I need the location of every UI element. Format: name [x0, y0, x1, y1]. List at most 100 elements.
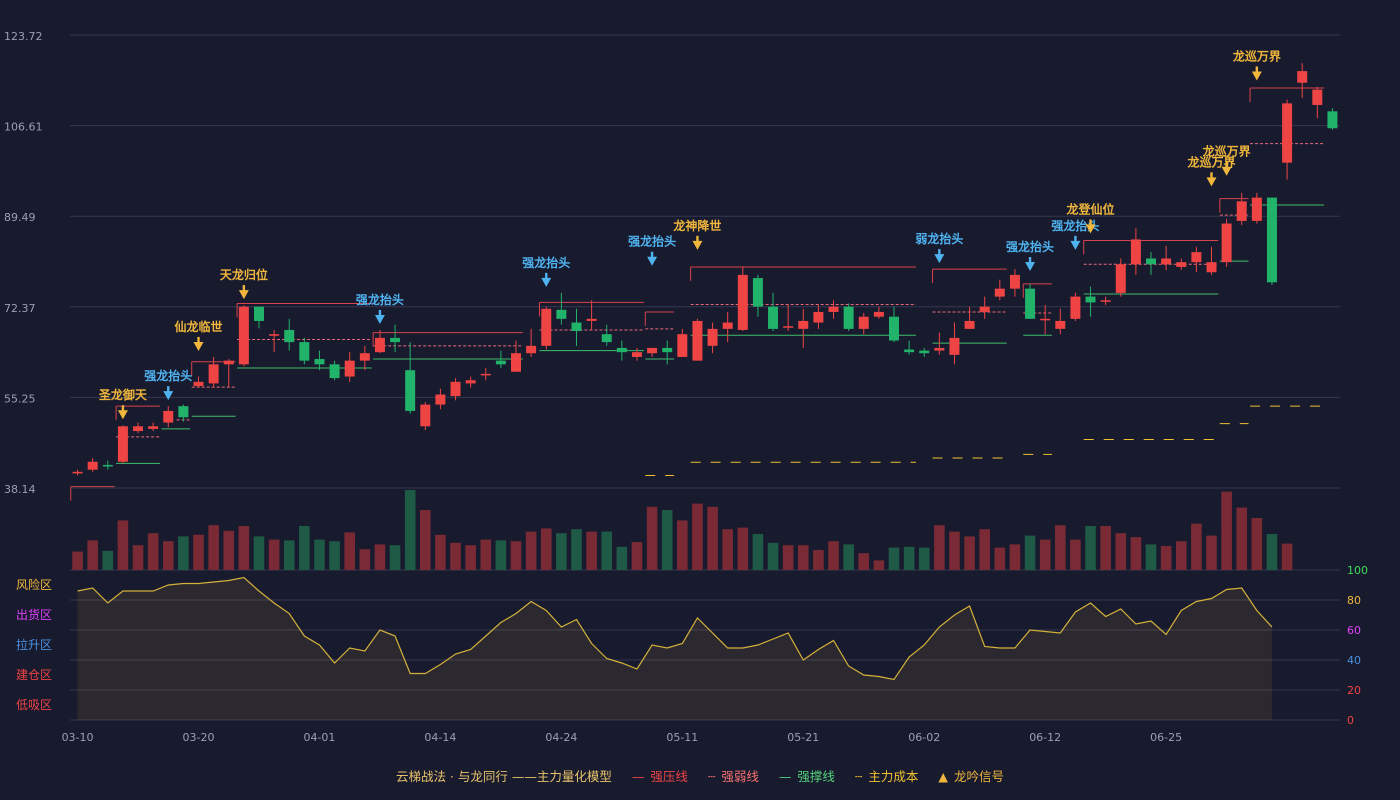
candle-body — [752, 278, 763, 307]
volume-bar — [858, 553, 870, 570]
volume-bar — [797, 545, 809, 570]
candle-body — [480, 373, 491, 376]
signal-arrow-stem — [650, 251, 654, 258]
volume-bar — [1175, 541, 1187, 570]
candle-body — [631, 352, 642, 357]
volume-bar — [238, 526, 250, 570]
candle-body — [1266, 197, 1277, 283]
x-tick-label: 05-21 — [787, 731, 819, 744]
volume-bar — [283, 540, 295, 570]
signal-arrow-icon — [647, 256, 658, 266]
signal-arrow-stem — [121, 405, 125, 412]
volume-bar — [1070, 539, 1081, 570]
volume-bar — [1085, 526, 1096, 570]
volume-bar — [1039, 539, 1051, 570]
candle-body — [768, 306, 779, 329]
signal-arrow-icon — [692, 240, 703, 250]
volume-bar — [87, 540, 98, 570]
candle-body — [1191, 252, 1202, 263]
volume-bar — [208, 525, 219, 570]
signal-arrow-stem — [378, 309, 382, 316]
volume-bar — [1145, 544, 1157, 570]
volume-bar — [1251, 518, 1263, 570]
candle-body — [420, 404, 431, 427]
volume-bar — [540, 528, 552, 570]
candle-body — [284, 329, 295, 343]
volume-bar — [767, 542, 779, 570]
volume-bar — [465, 545, 476, 570]
signal-arrow-stem — [197, 336, 200, 343]
legend-item-cost[interactable]: ┄ 主力成本 — [855, 766, 919, 785]
volume-bar — [722, 529, 733, 570]
volume-bar — [813, 550, 824, 570]
candle-body — [828, 306, 839, 312]
candle-body — [707, 328, 718, 346]
candle-body — [919, 350, 930, 354]
signal-arrow-icon — [1025, 262, 1036, 272]
volume-bar — [268, 539, 280, 570]
legend-item-pressure[interactable]: — 强压线 — [632, 766, 688, 785]
legend-signal-icon: ▲ — [938, 769, 949, 784]
signal-label: 龙巡万界 — [1233, 48, 1281, 63]
signal-arrow-icon — [374, 314, 385, 324]
signal-label: 弱龙抬头 — [915, 231, 963, 246]
volume-bar — [631, 542, 643, 570]
y-tick-label: 55.25 — [4, 392, 36, 405]
candle-body — [541, 308, 552, 346]
volume-bar — [495, 540, 507, 570]
legend-item-weak[interactable]: ┄ 强弱线 — [708, 766, 759, 785]
volume-bar — [646, 506, 658, 570]
volume-bar — [782, 545, 794, 570]
candle-body — [1085, 296, 1096, 303]
x-tick-label: 06-12 — [1029, 731, 1061, 744]
legend-pressure-icon: — — [631, 769, 645, 784]
candle-body — [1327, 111, 1338, 129]
signal-arrow-stem — [1089, 219, 1092, 226]
candle-body — [994, 288, 1005, 297]
volume-bar — [147, 533, 159, 570]
volume-bar — [102, 550, 114, 570]
legend-item-signal[interactable]: ▲ 龙吟信号 — [938, 766, 1004, 785]
x-tick-label: 03-10 — [62, 731, 94, 744]
signal-arrow-icon — [238, 290, 249, 300]
signal-label: 龙巡万界 — [1203, 144, 1251, 159]
candle-body — [601, 334, 612, 343]
volume-bar — [1024, 535, 1036, 570]
candle-body — [571, 322, 582, 332]
candle-body — [1040, 318, 1051, 321]
candle-body — [783, 326, 794, 328]
volume-bar — [299, 526, 310, 570]
candle-body — [299, 342, 310, 361]
candle-body — [1221, 223, 1232, 263]
volume-bar — [450, 542, 461, 570]
signal-arrow-stem — [938, 249, 941, 256]
candle-body — [314, 359, 325, 365]
legend-item-support[interactable]: — 强撑线 — [779, 766, 835, 785]
volume-bar — [949, 531, 960, 570]
signal-arrow-stem — [1074, 235, 1077, 242]
candle-body — [677, 334, 688, 357]
legend-signal-label: 龙吟信号 — [954, 769, 1005, 784]
candle-body — [87, 461, 98, 470]
candle-body — [269, 334, 280, 336]
volume-bar — [374, 544, 386, 570]
volume-bar — [903, 546, 915, 570]
signal-arrow-stem — [1210, 172, 1213, 179]
volume-bar — [178, 536, 189, 570]
y-tick-label: 38.14 — [4, 483, 36, 496]
volume-bar — [404, 490, 416, 570]
legend-cost-label: 主力成本 — [868, 769, 919, 784]
level-lines-layer — [70, 87, 1325, 501]
candle-body — [253, 306, 264, 321]
candle-body — [1312, 89, 1323, 105]
volume-bar — [1130, 537, 1142, 570]
candle-body — [374, 337, 385, 353]
signal-arrow-icon — [1206, 177, 1217, 187]
volume-layer — [72, 490, 1293, 570]
candle-body — [647, 347, 658, 354]
y-tick-label: 123.72 — [4, 30, 43, 43]
volume-bar — [480, 539, 492, 570]
candle-body — [359, 353, 370, 361]
candle-body — [495, 360, 506, 365]
candle-body — [1100, 300, 1111, 302]
